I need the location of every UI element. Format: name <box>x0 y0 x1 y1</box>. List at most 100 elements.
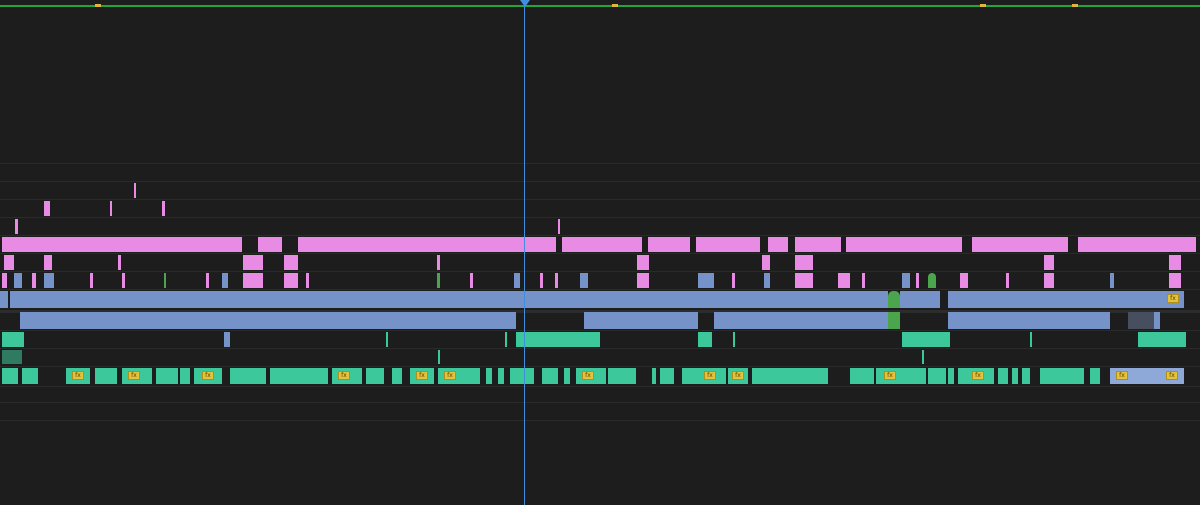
audio-clip[interactable] <box>2 332 24 347</box>
graphic-clip[interactable] <box>118 255 121 270</box>
video-clip-group[interactable] <box>584 312 698 329</box>
audio-clip[interactable] <box>516 332 600 347</box>
audio-clip[interactable]: fx <box>576 368 606 384</box>
adjustment-clip[interactable] <box>888 312 900 329</box>
audio-clip[interactable]: fx <box>728 368 748 384</box>
video-clip[interactable] <box>0 291 8 308</box>
audio-clip[interactable] <box>564 368 570 384</box>
audio-clip[interactable]: fx <box>438 368 480 384</box>
playhead-icon[interactable] <box>520 0 530 7</box>
graphic-clip-group[interactable] <box>972 237 1068 252</box>
audio-clip[interactable] <box>366 368 384 384</box>
graphic-clip[interactable] <box>2 273 7 288</box>
audio-clip[interactable] <box>1090 368 1100 384</box>
graphic-clip[interactable] <box>44 255 52 270</box>
graphic-clip-group[interactable] <box>258 237 282 252</box>
graphic-clip[interactable] <box>960 273 968 288</box>
graphic-clip[interactable] <box>795 273 813 288</box>
audio-clip[interactable] <box>1040 368 1084 384</box>
audio-clip[interactable] <box>2 368 18 384</box>
audio-clip[interactable] <box>270 368 328 384</box>
audio-clip[interactable]: fx <box>410 368 434 384</box>
audio-clip[interactable] <box>438 350 440 364</box>
graphic-clip[interactable] <box>1169 273 1181 288</box>
graphic-clip[interactable] <box>90 273 93 288</box>
video-clip-group[interactable] <box>948 312 1110 329</box>
graphic-clip[interactable] <box>637 273 649 288</box>
video-clip[interactable] <box>580 273 588 288</box>
audio-clip[interactable] <box>733 332 735 347</box>
audio-clip[interactable]: fx <box>958 368 994 384</box>
audio-clip[interactable] <box>505 332 507 347</box>
graphic-clip[interactable] <box>162 201 165 216</box>
graphic-clip-group[interactable] <box>1078 237 1196 252</box>
video-clip[interactable] <box>1110 273 1114 288</box>
graphic-clip[interactable] <box>122 273 125 288</box>
graphic-clip[interactable] <box>1006 273 1009 288</box>
video-clip-group[interactable] <box>948 291 1162 308</box>
graphic-clip[interactable] <box>540 273 543 288</box>
graphic-clip[interactable] <box>243 273 263 288</box>
audio-clip[interactable] <box>95 368 117 384</box>
graphic-clip-group[interactable] <box>768 237 788 252</box>
video-clip[interactable] <box>224 332 230 347</box>
graphic-clip[interactable] <box>284 255 298 270</box>
graphic-clip[interactable] <box>110 201 112 216</box>
graphic-clip[interactable] <box>1044 273 1054 288</box>
video-clip[interactable] <box>764 273 770 288</box>
video-clip-group[interactable] <box>10 291 888 308</box>
graphic-clip[interactable] <box>795 237 841 252</box>
audio-clip[interactable] <box>928 368 946 384</box>
playhead-line[interactable] <box>524 0 525 505</box>
audio-clip[interactable] <box>156 368 178 384</box>
video-clip-group[interactable] <box>714 312 888 329</box>
video-clip[interactable] <box>698 273 714 288</box>
sequence-marker[interactable] <box>95 4 101 7</box>
video-clip[interactable] <box>1154 312 1160 329</box>
audio-clip[interactable] <box>486 368 492 384</box>
audio-clip[interactable] <box>922 350 924 364</box>
audio-clip[interactable]: fx <box>876 368 926 384</box>
audio-clip[interactable] <box>510 368 534 384</box>
time-ruler[interactable] <box>0 0 1200 8</box>
audio-clip[interactable] <box>850 368 874 384</box>
graphic-clip[interactable] <box>470 273 473 288</box>
graphic-clip-group[interactable] <box>2 237 242 252</box>
audio-clip[interactable] <box>2 350 22 364</box>
graphic-clip[interactable] <box>243 255 263 270</box>
audio-clip[interactable]: fx <box>682 368 726 384</box>
audio-clip[interactable] <box>608 368 636 384</box>
graphic-clip[interactable] <box>206 273 209 288</box>
video-clip[interactable] <box>1128 312 1154 329</box>
graphic-clip[interactable] <box>284 273 298 288</box>
graphic-clip-group[interactable] <box>696 237 760 252</box>
graphic-clip[interactable] <box>44 201 50 216</box>
graphic-clip[interactable] <box>164 273 166 288</box>
audio-clip[interactable] <box>1012 368 1018 384</box>
audio-clip[interactable] <box>392 368 402 384</box>
sequence-marker[interactable] <box>612 4 618 7</box>
graphic-clip[interactable] <box>437 255 440 270</box>
audio-clip[interactable] <box>386 332 388 347</box>
video-clip-group[interactable] <box>20 312 516 329</box>
audio-clip[interactable] <box>902 332 950 347</box>
video-clip[interactable] <box>902 273 910 288</box>
video-clip[interactable]: fx <box>1162 291 1184 308</box>
graphic-clip[interactable] <box>862 273 865 288</box>
graphic-clip[interactable] <box>795 255 813 270</box>
audio-clip[interactable] <box>660 368 674 384</box>
audio-clip[interactable] <box>180 368 190 384</box>
sequence-marker[interactable] <box>980 4 986 7</box>
graphic-clip[interactable] <box>4 255 14 270</box>
audio-clip[interactable] <box>22 368 38 384</box>
video-clip[interactable] <box>44 273 54 288</box>
graphic-clip-group[interactable] <box>562 237 642 252</box>
graphic-clip[interactable] <box>555 273 558 288</box>
video-clip-group[interactable] <box>900 291 940 308</box>
audio-clip[interactable] <box>698 332 712 347</box>
graphic-clip[interactable] <box>762 255 770 270</box>
graphic-clip[interactable] <box>32 273 36 288</box>
audio-clip[interactable] <box>1138 332 1186 347</box>
graphic-clip[interactable] <box>306 273 309 288</box>
graphic-clip[interactable] <box>1169 255 1181 270</box>
